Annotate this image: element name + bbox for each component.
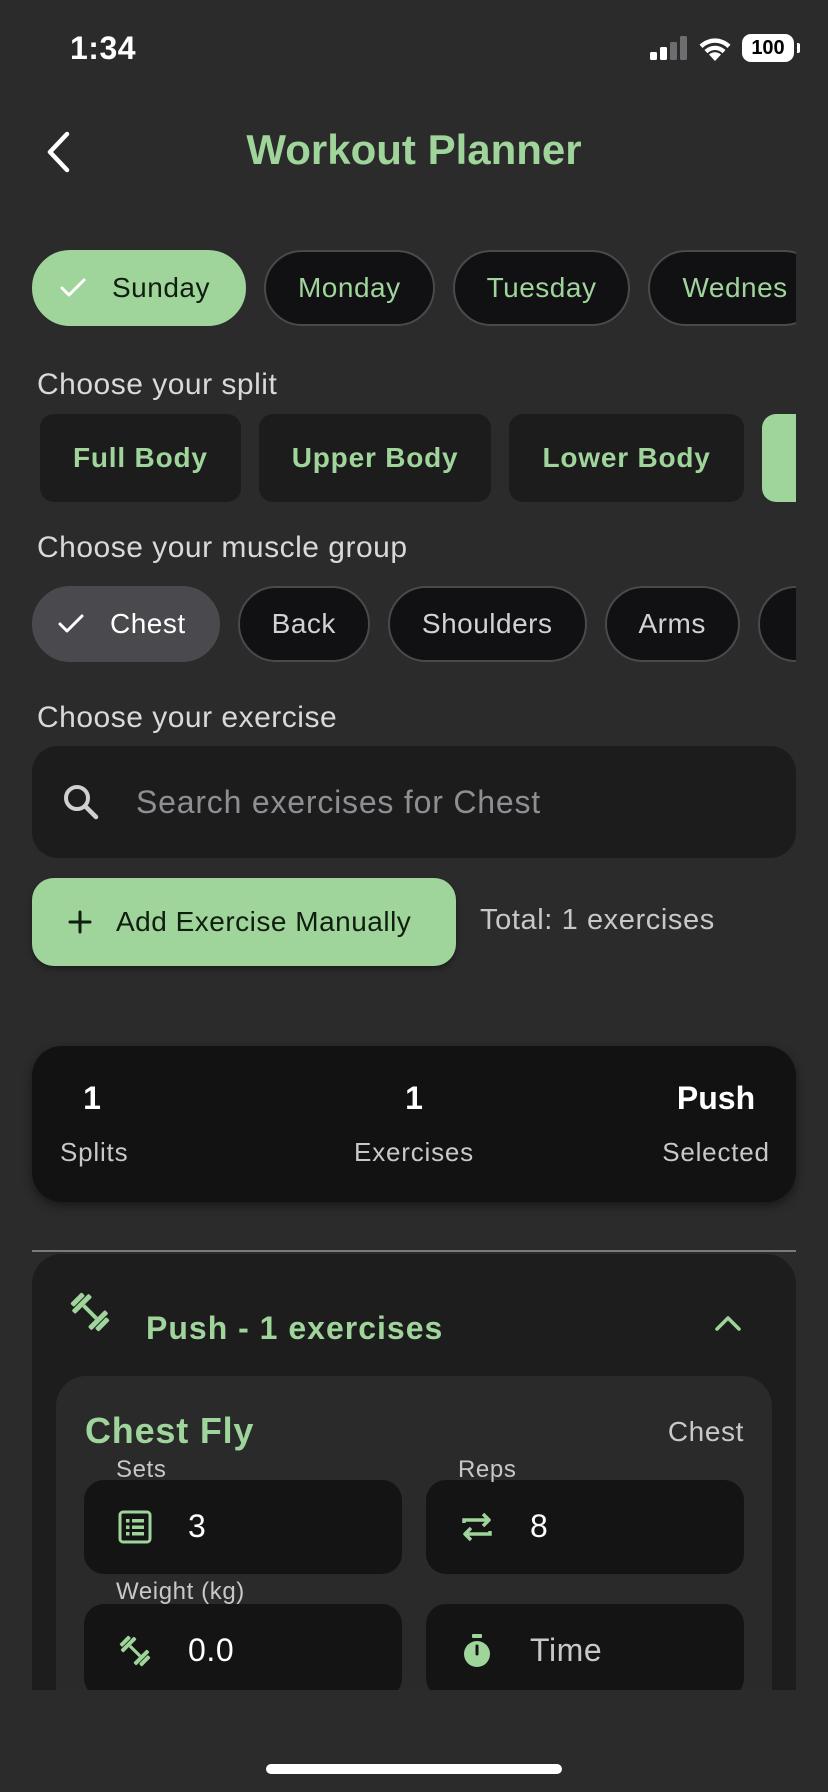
sets-value: 3 bbox=[188, 1508, 207, 1544]
split-group-panel: Push - 1 exercises Chest Fly Chest 3 Set… bbox=[32, 1254, 796, 1690]
timer-icon bbox=[464, 1634, 490, 1667]
muscle-selector: Chest Back Shoulders Arms bbox=[32, 586, 796, 662]
exercise-section-label: Choose your exercise bbox=[37, 701, 338, 734]
divider bbox=[32, 1250, 796, 1252]
battery-icon: 100 bbox=[742, 34, 800, 62]
split-chip-label: Lower Body bbox=[542, 442, 711, 473]
stat-value: 1 bbox=[83, 1080, 101, 1116]
time-field[interactable]: Time bbox=[426, 1604, 744, 1690]
split-chip-label: P bbox=[795, 442, 796, 474]
day-chip-tuesday[interactable]: Tuesday bbox=[452, 250, 631, 326]
day-chip-label: Monday bbox=[297, 272, 401, 303]
add-exercise-label: Add Exercise Manually bbox=[116, 906, 412, 937]
exercise-card: Chest Fly Chest 3 Sets 8 Reps 0.0 Weight… bbox=[56, 1376, 772, 1690]
reps-label: Reps bbox=[458, 1456, 517, 1483]
day-chip-label: Tuesday bbox=[486, 272, 597, 303]
muscle-chip-shoulders[interactable]: Shoulders bbox=[387, 586, 587, 662]
muscle-chip-back[interactable]: Back bbox=[237, 586, 370, 662]
cellular-signal-icon bbox=[650, 36, 687, 60]
reps-value: 8 bbox=[530, 1508, 549, 1544]
total-exercises: Total: 1 exercises bbox=[480, 904, 715, 936]
stat-label: Splits bbox=[60, 1137, 129, 1167]
list-icon bbox=[118, 1510, 152, 1544]
reps-field[interactable]: 8 bbox=[426, 1480, 744, 1574]
weight-label: Weight (kg) bbox=[116, 1578, 245, 1605]
split-section-label: Choose your split bbox=[37, 368, 278, 401]
status-icons: 100 bbox=[650, 34, 800, 62]
exercise-muscle: Chest bbox=[667, 1416, 744, 1447]
stat-label: Selected bbox=[662, 1137, 770, 1167]
weight-field[interactable]: 0.0 bbox=[84, 1604, 402, 1690]
day-chip-sunday[interactable]: Sunday bbox=[32, 250, 246, 326]
stat-selected: Push Selected bbox=[646, 1080, 786, 1168]
split-selector: Full Body Upper Body Lower Body P bbox=[40, 414, 796, 502]
page-title: Workout Planner bbox=[246, 126, 582, 173]
split-chip-full-body[interactable]: Full Body bbox=[40, 414, 241, 502]
plus-icon bbox=[68, 910, 92, 934]
time-placeholder: Time bbox=[530, 1632, 603, 1668]
add-exercise-manually-button[interactable]: Add Exercise Manually bbox=[32, 878, 456, 966]
muscle-chip-label: Arms bbox=[638, 608, 706, 639]
muscle-chip-more[interactable] bbox=[757, 586, 796, 662]
home-indicator[interactable] bbox=[266, 1764, 562, 1774]
day-chip-label: Sunday bbox=[112, 272, 210, 303]
dumbbell-icon bbox=[119, 1635, 151, 1667]
muscle-section-label: Choose your muscle group bbox=[37, 531, 408, 564]
day-chip-wednesday[interactable]: Wednes bbox=[648, 250, 796, 326]
exercise-name: Chest Fly bbox=[85, 1410, 255, 1451]
stat-value: 1 bbox=[405, 1080, 423, 1116]
stat-value: Push bbox=[676, 1080, 756, 1116]
repeat-icon bbox=[462, 1512, 492, 1542]
stat-splits: 1 Splits bbox=[60, 1080, 129, 1168]
split-chip-label: Upper Body bbox=[291, 442, 459, 473]
sets-field[interactable]: 3 bbox=[84, 1480, 402, 1574]
weight-value: 0.0 bbox=[188, 1632, 235, 1668]
check-icon bbox=[58, 614, 84, 633]
day-chip-label: Wednes bbox=[682, 272, 788, 303]
split-chip-push[interactable]: P bbox=[761, 414, 796, 502]
muscle-chip-label: Back bbox=[271, 608, 336, 639]
split-chip-lower-body[interactable]: Lower Body bbox=[509, 414, 744, 502]
day-chip-monday[interactable]: Monday bbox=[263, 250, 435, 326]
muscle-chip-label: Shoulders bbox=[421, 608, 553, 639]
muscle-chip-chest[interactable]: Chest bbox=[32, 586, 220, 662]
status-time: 1:34 bbox=[70, 30, 137, 66]
sets-label: Sets bbox=[116, 1456, 167, 1483]
day-selector: Sunday Monday Tuesday Wednes bbox=[32, 250, 796, 326]
search-placeholder: Search exercises for Chest bbox=[136, 783, 541, 820]
search-icon bbox=[64, 785, 99, 820]
stat-exercises: 1 Exercises bbox=[334, 1080, 494, 1168]
muscle-chip-arms[interactable]: Arms bbox=[604, 586, 740, 662]
search-input[interactable]: Search exercises for Chest bbox=[32, 746, 796, 858]
split-chip-upper-body[interactable]: Upper Body bbox=[258, 414, 492, 502]
stats-card: 1 Splits 1 Exercises Push Selected bbox=[32, 1046, 796, 1202]
chevron-up-icon[interactable] bbox=[714, 1314, 742, 1332]
dumbbell-icon bbox=[70, 1292, 110, 1332]
split-chip-label: Full Body bbox=[73, 442, 208, 473]
muscle-chip-label: Chest bbox=[110, 608, 186, 639]
check-icon bbox=[60, 278, 86, 297]
wifi-icon bbox=[699, 38, 731, 61]
split-group-title: Push - 1 exercises bbox=[146, 1310, 444, 1346]
stat-label: Exercises bbox=[354, 1137, 474, 1167]
